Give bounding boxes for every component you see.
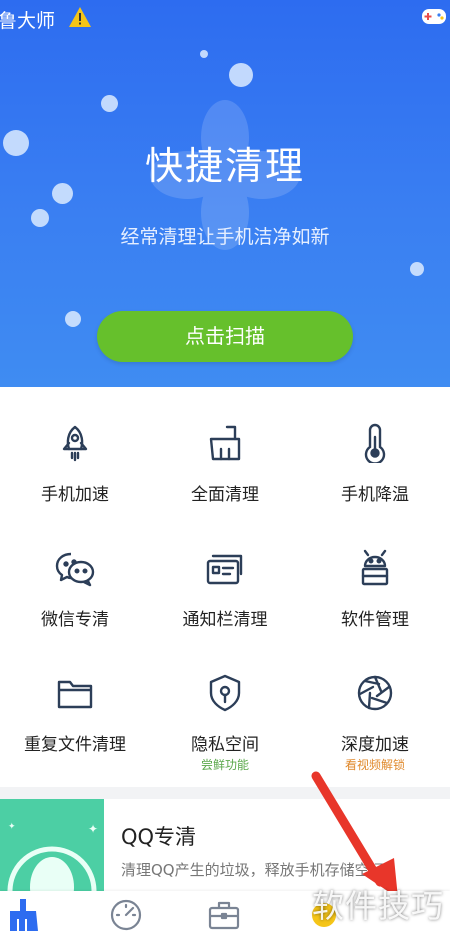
svg-text:✦: ✦	[8, 822, 16, 832]
folder-icon	[57, 680, 93, 709]
feature-label: 全面清理	[191, 485, 259, 505]
shield-lock-icon	[209, 674, 241, 712]
qq-card-title: QQ专清	[121, 825, 197, 849]
watermark-text: 软件技巧	[311, 887, 444, 925]
wechat-icon	[55, 552, 95, 587]
bubble	[410, 262, 424, 276]
notification-card-icon	[206, 554, 243, 585]
warning-icon[interactable]	[68, 6, 92, 28]
feature-privacy-space[interactable]: 隐私空间 尝鲜功能	[150, 637, 300, 772]
speedometer-icon[interactable]	[108, 897, 144, 933]
feature-duplicate-files[interactable]: 重复文件清理	[0, 637, 150, 762]
feature-grid: 手机加速 全面清理 手机降温 微信专清 通知栏清理 软件管理 重复文件清理 隐私…	[0, 387, 450, 787]
feature-label: 深度加速	[341, 735, 409, 755]
toolbox-icon[interactable]	[206, 897, 242, 933]
feature-label: 软件管理	[341, 610, 409, 630]
bubble	[200, 50, 208, 58]
trial-feature-tag: 尝鲜功能	[200, 758, 249, 772]
gamepad-icon[interactable]	[420, 4, 448, 28]
hero-title: 快捷清理	[144, 144, 305, 188]
feature-label: 手机加速	[41, 485, 109, 505]
feature-label: 隐私空间	[191, 735, 259, 755]
qq-penguin-image: ✦ ✦	[0, 799, 104, 891]
feature-deep-boost[interactable]: 深度加速 看视频解锁	[300, 637, 450, 772]
feature-phone-cool[interactable]: 手机降温	[300, 387, 450, 512]
feature-label: 微信专清	[41, 610, 109, 630]
scan-button[interactable]: 点击扫描	[97, 311, 353, 362]
aperture-icon	[357, 675, 393, 711]
bubble	[101, 95, 118, 112]
feature-label: 通知栏清理	[182, 610, 268, 630]
feature-software-manage[interactable]: 软件管理	[300, 512, 450, 637]
broom-tab-icon[interactable]	[6, 897, 42, 933]
feature-label: 手机降温	[341, 485, 409, 505]
app-name: 鲁大师	[0, 10, 56, 32]
feature-label: 重复文件清理	[24, 735, 126, 755]
android-icon	[361, 549, 389, 586]
svg-text:✦: ✦	[88, 822, 98, 836]
feature-phone-boost[interactable]: 手机加速	[0, 387, 150, 512]
hero-banner: 鲁大师 快捷清理 经常清理让手机洁净如新 点击扫描	[0, 0, 450, 387]
broom-icon	[209, 425, 241, 461]
bubble	[229, 63, 253, 87]
hero-subtitle: 经常清理让手机洁净如新	[120, 226, 330, 248]
thermometer-icon	[364, 423, 386, 463]
feature-wechat-clean[interactable]: 微信专清	[0, 512, 150, 637]
feature-full-clean[interactable]: 全面清理	[150, 387, 300, 512]
feature-notification-clean[interactable]: 通知栏清理	[150, 512, 300, 637]
rocket-icon	[62, 425, 88, 462]
bubble	[65, 311, 81, 327]
